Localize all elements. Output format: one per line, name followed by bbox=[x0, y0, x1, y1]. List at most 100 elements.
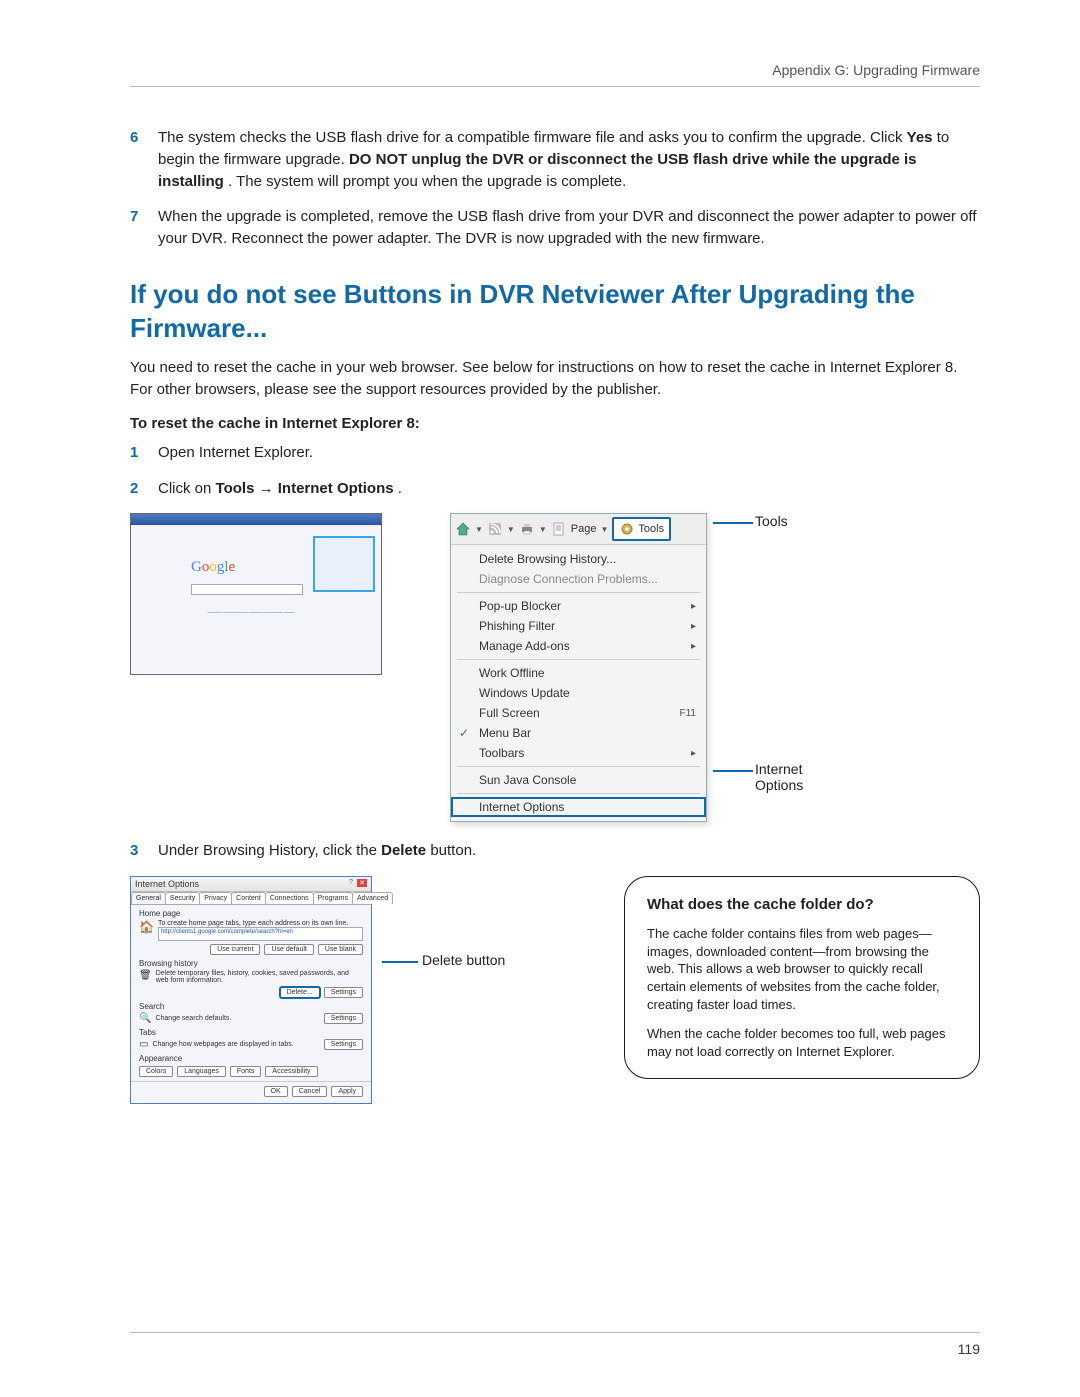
menu-internet-options[interactable]: Internet Options bbox=[451, 797, 706, 817]
section-label: Browsing history bbox=[139, 959, 363, 968]
submenu-arrow-icon: ▸ bbox=[691, 748, 696, 759]
info-box-p2: When the cache folder becomes too full, … bbox=[647, 1025, 957, 1060]
page-footer: 119 bbox=[130, 1332, 980, 1357]
menu-phishing-filter[interactable]: Phishing Filter▸ bbox=[451, 616, 706, 636]
search-text: Change search defaults. bbox=[155, 1015, 319, 1022]
page-header: Appendix G: Upgrading Firmware bbox=[130, 62, 980, 87]
dialog-tabs: General Security Privacy Content Connect… bbox=[131, 892, 371, 905]
tab-security[interactable]: Security bbox=[165, 892, 200, 904]
menu-diagnose[interactable]: Diagnose Connection Problems... bbox=[451, 569, 706, 589]
search-box bbox=[191, 584, 303, 595]
info-box-p1: The cache folder contains files from web… bbox=[647, 925, 957, 1013]
menu-popup-blocker[interactable]: Pop-up Blocker▸ bbox=[451, 596, 706, 616]
search-section: Search 🔍 Change search defaults. Setting… bbox=[139, 1002, 363, 1024]
delete-button[interactable]: Delete... bbox=[280, 987, 320, 998]
ok-button[interactable]: OK bbox=[264, 1086, 288, 1097]
appearance-section: Appearance Colors Languages Fonts Access… bbox=[139, 1054, 363, 1077]
step-number: 7 bbox=[130, 206, 144, 250]
browsing-history-section: Browsing history 🗑 Delete temporary file… bbox=[139, 959, 363, 998]
menu-manage-addons[interactable]: Manage Add-ons▸ bbox=[451, 636, 706, 656]
fonts-button[interactable]: Fonts bbox=[230, 1066, 262, 1077]
menu-menu-bar[interactable]: ✓Menu Bar bbox=[451, 723, 706, 743]
tab-advanced[interactable]: Advanced bbox=[352, 892, 393, 904]
tools-menu-figure: ▼ ▼ ▼ Page ▼ bbox=[450, 513, 803, 822]
tools-menu-items: Delete Browsing History... Diagnose Conn… bbox=[451, 545, 706, 821]
page-label: Page bbox=[571, 523, 597, 535]
google-logo: Google bbox=[191, 559, 235, 576]
dialog-footer: OK Cancel Apply bbox=[131, 1081, 371, 1097]
tabs-icon: ▭ bbox=[139, 1039, 148, 1050]
submenu-arrow-icon: ▸ bbox=[691, 621, 696, 632]
info-box-title: What does the cache folder do? bbox=[647, 895, 957, 915]
tabs-settings-button[interactable]: Settings bbox=[324, 1039, 363, 1050]
languages-button[interactable]: Languages bbox=[177, 1066, 226, 1077]
close-icon: ✕ bbox=[357, 879, 367, 887]
use-default-button[interactable]: Use default bbox=[264, 944, 313, 955]
tab-content[interactable]: Content bbox=[231, 892, 266, 904]
step-text: Under Browsing History, click the Delete… bbox=[158, 840, 980, 862]
dropdown-caret-icon: ▼ bbox=[600, 525, 608, 534]
step-number: 3 bbox=[130, 840, 144, 862]
step-text: Open Internet Explorer. bbox=[158, 442, 980, 464]
callout-delete-button: Delete button bbox=[422, 952, 505, 968]
links-row: ──── ─────── ──── ───── ─── bbox=[186, 610, 316, 616]
use-current-button[interactable]: Use current bbox=[210, 944, 260, 955]
section-label: Search bbox=[139, 1002, 363, 1011]
menu-toolbars[interactable]: Toolbars▸ bbox=[451, 743, 706, 763]
dialog-title: Internet Options bbox=[135, 879, 199, 889]
apply-button[interactable]: Apply bbox=[331, 1086, 363, 1097]
dropdown-caret-icon: ▼ bbox=[539, 525, 547, 534]
help-icon: ? bbox=[346, 879, 356, 887]
tabs-text: Change how webpages are displayed in tab… bbox=[152, 1041, 319, 1048]
window-titlebar bbox=[131, 514, 381, 525]
reset-step-2: 2 Click on Tools → Internet Options . bbox=[130, 478, 980, 500]
figure-ie-tools: Google ──── ─────── ──── ───── ─── ▼ ▼ bbox=[130, 513, 980, 822]
menu-sun-java-console[interactable]: Sun Java Console bbox=[451, 770, 706, 790]
tab-general[interactable]: General bbox=[131, 892, 166, 904]
dialog-titlebar: Internet Options ? ✕ bbox=[131, 877, 371, 892]
shortcut-label: F11 bbox=[680, 708, 697, 719]
reset-step-3: 3 Under Browsing History, click the Dele… bbox=[130, 840, 980, 862]
tab-privacy[interactable]: Privacy bbox=[199, 892, 232, 904]
search-icon: 🔍 bbox=[139, 1013, 151, 1024]
menu-separator bbox=[457, 592, 700, 593]
tab-programs[interactable]: Programs bbox=[313, 892, 353, 904]
use-blank-button[interactable]: Use blank bbox=[318, 944, 363, 955]
dropdown-caret-icon: ▼ bbox=[475, 525, 483, 534]
ie-command-bar: ▼ ▼ ▼ Page ▼ bbox=[451, 514, 706, 545]
print-icon bbox=[519, 521, 535, 537]
tools-menu-highlight bbox=[313, 536, 375, 592]
section-label: Home page bbox=[139, 909, 363, 918]
bh-text: Delete temporary files, history, cookies… bbox=[156, 970, 363, 984]
section-intro: You need to reset the cache in your web … bbox=[130, 357, 980, 401]
tools-label: Tools bbox=[638, 523, 664, 535]
home-page-text: To create home page tabs, type each addr… bbox=[158, 920, 363, 927]
menu-separator bbox=[457, 793, 700, 794]
home-page-section: Home page 🏠 To create home page tabs, ty… bbox=[139, 909, 363, 955]
menu-work-offline[interactable]: Work Offline bbox=[451, 663, 706, 683]
colors-button[interactable]: Colors bbox=[139, 1066, 173, 1077]
tools-button[interactable]: Tools bbox=[612, 517, 671, 541]
bh-settings-button[interactable]: Settings bbox=[324, 987, 363, 998]
gear-icon bbox=[619, 521, 635, 537]
internet-options-dialog: Internet Options ? ✕ General Security Pr… bbox=[130, 876, 372, 1104]
menu-delete-history[interactable]: Delete Browsing History... bbox=[451, 549, 706, 569]
tab-connections[interactable]: Connections bbox=[265, 892, 314, 904]
info-box-cache: What does the cache folder do? The cache… bbox=[624, 876, 980, 1079]
menu-windows-update[interactable]: Windows Update bbox=[451, 683, 706, 703]
history-icon: 🗑 bbox=[139, 970, 152, 984]
section-label: Appearance bbox=[139, 1054, 363, 1063]
figure-internet-options: Internet Options ? ✕ General Security Pr… bbox=[130, 876, 980, 1104]
step-text: The system checks the USB flash drive fo… bbox=[158, 127, 980, 192]
submenu-arrow-icon: ▸ bbox=[691, 641, 696, 652]
cancel-button[interactable]: Cancel bbox=[292, 1086, 328, 1097]
step-number: 2 bbox=[130, 478, 144, 500]
dropdown-caret-icon: ▼ bbox=[507, 525, 515, 534]
accessibility-button[interactable]: Accessibility bbox=[265, 1066, 317, 1077]
search-settings-button[interactable]: Settings bbox=[324, 1013, 363, 1024]
page-icon bbox=[551, 521, 567, 537]
step-number: 6 bbox=[130, 127, 144, 192]
menu-full-screen[interactable]: Full ScreenF11 bbox=[451, 703, 706, 723]
home-url-input[interactable]: http://clients1.google.com/complete/sear… bbox=[158, 927, 363, 941]
step-7: 7 When the upgrade is completed, remove … bbox=[130, 206, 980, 250]
